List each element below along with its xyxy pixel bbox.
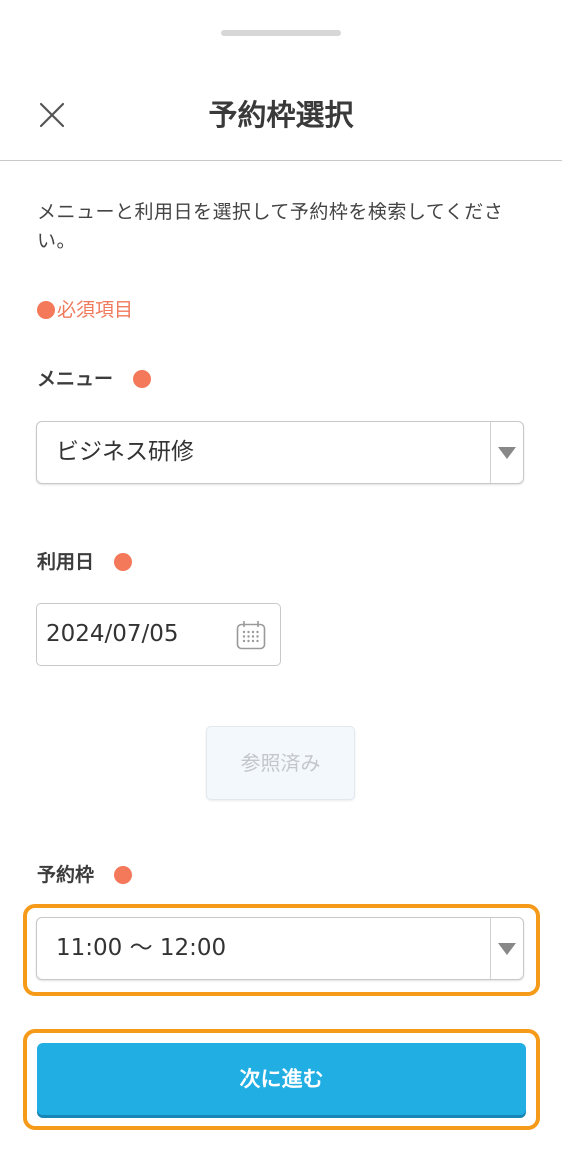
page-title: 予約枠選択 [208,98,354,132]
required-dot-icon [114,553,133,571]
menu-label-text: メニュー [37,368,114,390]
slot-select[interactable]: 11:00 〜 12:00 [36,917,524,980]
reference-done-button: 参照済み [206,726,355,800]
required-dot-icon [133,370,152,388]
date-field-label: 利用日 [37,548,133,576]
date-value: 2024/07/05 [46,621,179,647]
date-input[interactable]: 2024/07/05 [36,603,281,666]
sheet-drag-handle[interactable] [221,30,341,36]
required-legend: 必須項目 [37,296,133,324]
required-legend-text: 必須項目 [57,299,134,321]
required-dot-icon [114,866,133,884]
header-divider [0,160,562,161]
triangle-down-icon [498,447,516,459]
menu-selected-value: ビジネス研修 [56,439,194,465]
menu-select[interactable]: ビジネス研修 [36,421,524,484]
slot-selected-value: 11:00 〜 12:00 [56,935,227,961]
menu-dropdown-toggle[interactable] [490,422,523,483]
triangle-down-icon [498,943,516,955]
instruction-text: メニューと利用日を選択して予約枠を検索してください。 [37,201,504,252]
slot-label-text: 予約枠 [37,864,95,886]
date-label-text: 利用日 [37,551,95,573]
calendar-icon[interactable] [235,619,267,651]
menu-field-label: メニュー [37,365,152,393]
slot-field-label: 予約枠 [37,861,133,889]
slot-dropdown-toggle[interactable] [490,918,523,979]
next-button[interactable]: 次に進む [37,1043,526,1115]
required-dot-icon [37,301,55,319]
